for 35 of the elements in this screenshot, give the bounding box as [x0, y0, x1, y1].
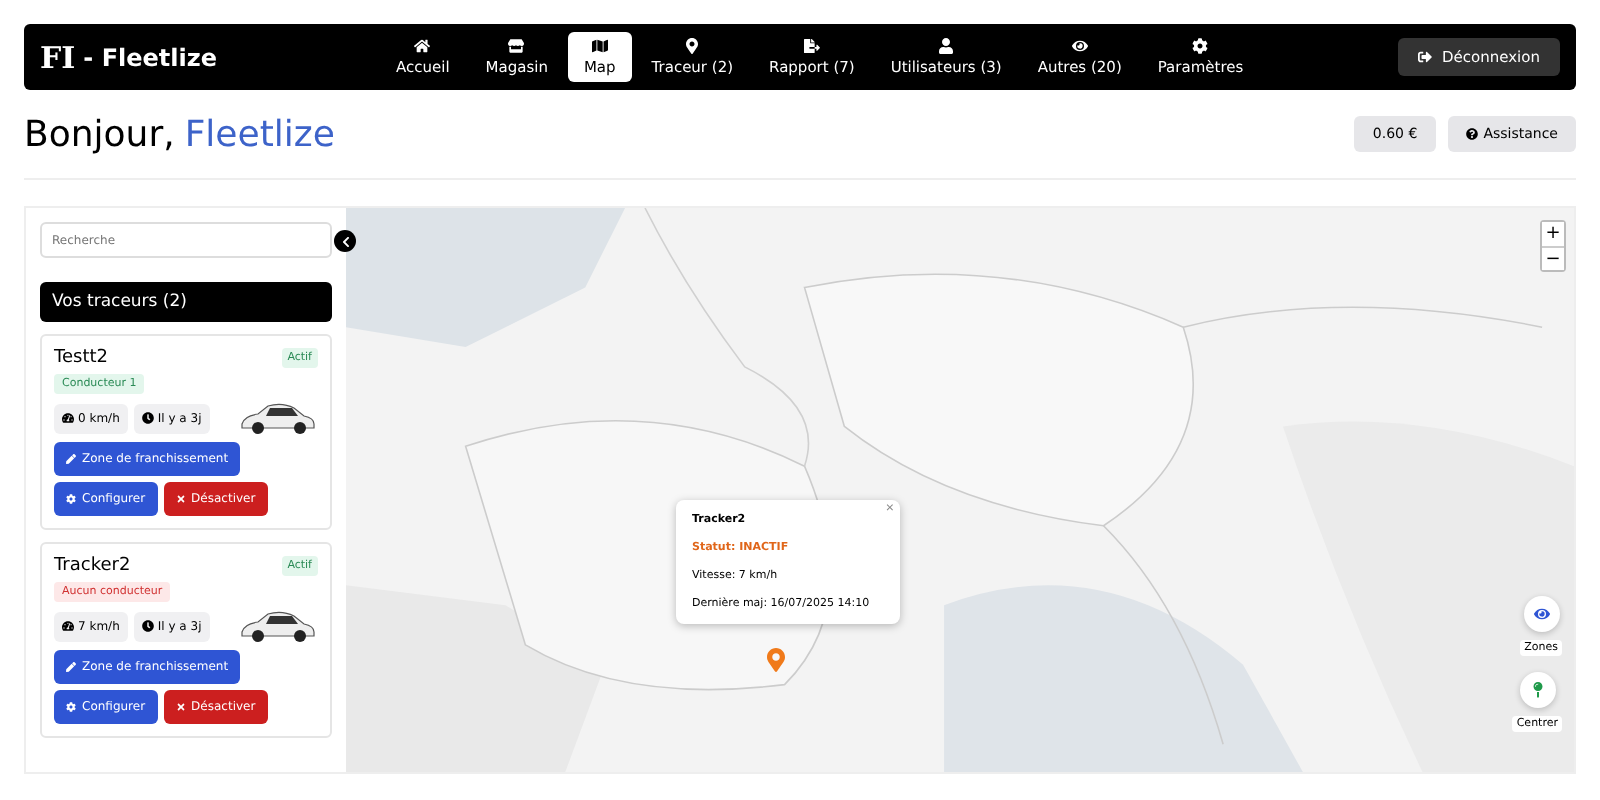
gear-icon: [1192, 38, 1209, 54]
pen-icon: [66, 662, 76, 672]
close-icon: [175, 494, 186, 504]
logout-icon: [1418, 50, 1433, 64]
map-icon: [591, 38, 608, 54]
map-marker-icon[interactable]: [764, 648, 788, 672]
clock-icon: [141, 620, 154, 632]
tracker-name: Tracker2: [54, 556, 131, 576]
logo: FI: [40, 39, 76, 75]
eye-icon: [1071, 38, 1088, 54]
user-icon: [938, 38, 955, 54]
trackers-header: Vos traceurs (2): [40, 282, 332, 322]
user-name: Fleetlize: [184, 113, 335, 155]
pin-icon: [1529, 682, 1546, 698]
collapse-button[interactable]: [334, 230, 356, 252]
home-icon: [414, 38, 431, 54]
gauge-icon: [62, 620, 74, 632]
store-icon: [508, 38, 525, 54]
car-icon: [238, 608, 318, 644]
pen-icon: [66, 454, 76, 464]
greeting: Bonjour,: [24, 113, 175, 155]
car-icon: [238, 400, 318, 436]
chevron-icon: [339, 235, 351, 247]
clock-icon: [141, 412, 154, 424]
document-icon: [803, 38, 820, 54]
gear-icon: [66, 702, 76, 712]
gauge-icon: [62, 412, 74, 424]
eye-icon: [1533, 606, 1550, 622]
tracker-name: Testt2: [54, 348, 108, 368]
help-icon: [1465, 128, 1478, 140]
gear-icon: [66, 494, 76, 504]
close-icon: [175, 702, 186, 712]
brand-name: - Fleetlize: [83, 43, 218, 71]
pin-icon: [684, 38, 701, 54]
zoom-out-button[interactable]: −: [1542, 246, 1564, 270]
